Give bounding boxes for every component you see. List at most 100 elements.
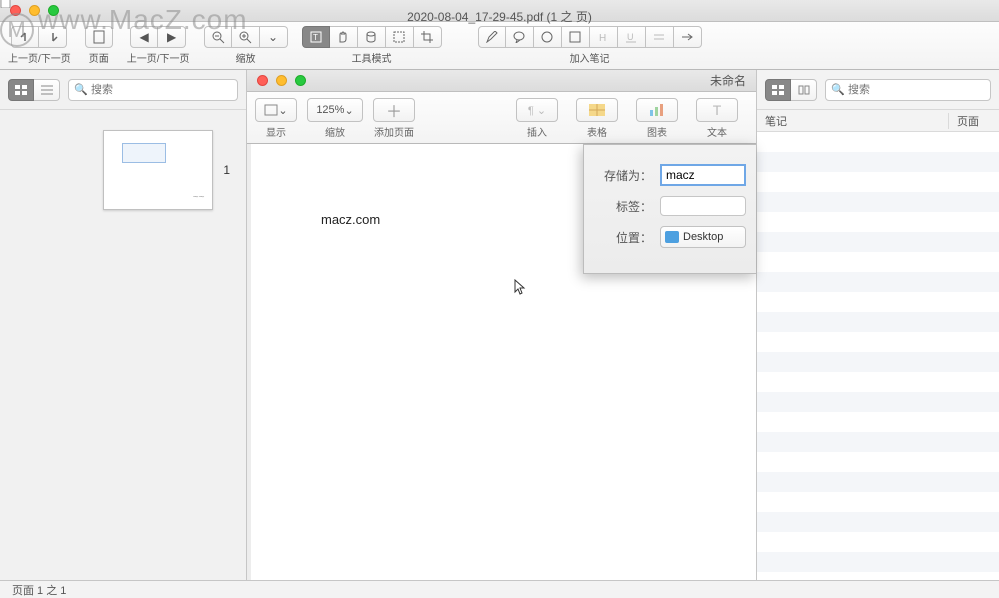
list-item xyxy=(757,292,999,312)
page-column-header[interactable]: 页面 xyxy=(949,113,999,129)
location-select[interactable]: Desktop xyxy=(660,226,746,248)
zoom-in-icon xyxy=(238,30,252,44)
toolbar-label: 缩放 xyxy=(325,124,345,139)
text-button[interactable]: T xyxy=(696,98,738,122)
window-minimize-button[interactable] xyxy=(29,5,40,16)
list-item xyxy=(757,252,999,272)
hand-tool-button[interactable] xyxy=(330,26,358,48)
chart-icon xyxy=(649,104,665,116)
next-button[interactable]: ▶ xyxy=(158,26,186,48)
notes-grid-view-button[interactable] xyxy=(765,79,791,101)
zoom-menu-button[interactable]: ⌄ xyxy=(260,26,288,48)
location-label: 位置： xyxy=(604,229,652,246)
tag-input[interactable] xyxy=(660,196,746,216)
list-item xyxy=(757,432,999,452)
svg-text:H: H xyxy=(599,33,606,43)
list-item xyxy=(757,172,999,192)
comment-note-button[interactable] xyxy=(506,26,534,48)
svg-text:T: T xyxy=(313,33,318,42)
center-area: 未命名 ⌄ 显示 125% ⌄ 缩放 ＋ 添加页面 ¶ ⌄ 插入 xyxy=(247,70,756,580)
list-item xyxy=(757,272,999,292)
add-page-button[interactable]: ＋ xyxy=(373,98,415,122)
zoom-out-button[interactable] xyxy=(204,26,232,48)
search-icon: 🔍 xyxy=(74,83,88,96)
select-tool-button[interactable] xyxy=(358,26,386,48)
list-item xyxy=(757,492,999,512)
notes-column-header[interactable]: 笔记 xyxy=(757,113,949,129)
zoom-in-button[interactable] xyxy=(232,26,260,48)
prev-page-button[interactable] xyxy=(11,26,39,48)
save-dialog: 存储为： 标签： 位置： Desktop xyxy=(583,144,756,274)
toolbar-label: 插入 xyxy=(527,124,547,139)
toolbar-label: 显示 xyxy=(266,124,286,139)
list-item xyxy=(757,212,999,232)
sub-toolbar: ⌄ 显示 125% ⌄ 缩放 ＋ 添加页面 ¶ ⌄ 插入 表格 xyxy=(247,92,756,144)
next-page-button[interactable] xyxy=(39,26,67,48)
nav-prevnext-group: 上一页/下一页 xyxy=(8,26,71,65)
page-group: 页面 xyxy=(85,26,113,65)
highlight-button[interactable]: H xyxy=(590,26,618,48)
circle-note-button[interactable] xyxy=(534,26,562,48)
cursor-pointer-icon xyxy=(509,279,527,299)
grid-icon xyxy=(15,85,27,95)
right-panel: 🔍 笔记 页面 xyxy=(756,70,999,580)
crop-tool-button[interactable] xyxy=(414,26,442,48)
page-button[interactable] xyxy=(85,26,113,48)
svg-text:U: U xyxy=(627,32,634,42)
rect-note-button[interactable] xyxy=(562,26,590,48)
underline-button[interactable]: U xyxy=(618,26,646,48)
search-icon: 🔍 xyxy=(831,83,845,96)
circle-icon xyxy=(541,31,553,43)
notes-list-view-button[interactable] xyxy=(791,79,817,101)
list-icon xyxy=(798,85,810,95)
sub-minimize-button[interactable] xyxy=(276,75,287,86)
left-search-input[interactable] xyxy=(68,79,238,101)
window-close-button[interactable] xyxy=(10,5,21,16)
highlight-icon: H xyxy=(597,31,609,43)
arrow-icon xyxy=(681,31,693,43)
chart-button[interactable] xyxy=(636,98,678,122)
list-item xyxy=(757,152,999,172)
list-item xyxy=(757,332,999,352)
list-view-button[interactable] xyxy=(34,79,60,101)
list-item xyxy=(757,352,999,372)
hand-icon xyxy=(336,30,350,44)
left-sidebar: 🔍 ~~ 1 xyxy=(0,70,247,580)
save-as-label: 存储为： xyxy=(604,167,652,184)
marquee-icon xyxy=(393,31,405,43)
thumbnail-view-button[interactable] xyxy=(8,79,34,101)
arrow-note-button[interactable] xyxy=(674,26,702,48)
status-text: 页面 1 之 1 xyxy=(12,582,66,598)
cylinder-icon xyxy=(365,31,377,43)
zoom-select[interactable]: 125% ⌄ xyxy=(307,98,363,122)
text-tool-button[interactable]: T xyxy=(302,26,330,48)
list-item xyxy=(757,532,999,552)
window-titlebar: 2020-08-04_17-29-45.pdf (1 之 页) xyxy=(0,0,999,22)
prev-button[interactable]: ◀ xyxy=(130,26,158,48)
list-item xyxy=(757,232,999,252)
save-as-input[interactable] xyxy=(660,164,746,186)
sub-close-button[interactable] xyxy=(257,75,268,86)
toolbar-label: 页面 xyxy=(89,50,109,65)
toolbar-label: 加入笔记 xyxy=(570,50,610,65)
list-item xyxy=(757,312,999,332)
view-button[interactable]: ⌄ xyxy=(255,98,297,122)
text-icon: T xyxy=(310,31,322,43)
list-item xyxy=(757,512,999,532)
sub-maximize-button[interactable] xyxy=(295,75,306,86)
pen-note-button[interactable] xyxy=(478,26,506,48)
table-button[interactable] xyxy=(576,98,618,122)
toolmode-group: T 工具模式 xyxy=(302,26,442,65)
window-maximize-button[interactable] xyxy=(48,5,59,16)
marquee-tool-button[interactable] xyxy=(386,26,414,48)
toolbar-label: 表格 xyxy=(587,124,607,139)
main-toolbar: 上一页/下一页 页面 ◀ ▶ 上一页/下一页 ⌄ 缩放 T 工具模式 xyxy=(0,22,999,70)
status-bar: 页面 1 之 1 xyxy=(0,580,999,598)
notes-table-header: 笔记 页面 xyxy=(757,110,999,132)
page-thumbnail[interactable]: ~~ xyxy=(103,130,213,210)
right-search-input[interactable] xyxy=(825,79,991,101)
strike-button[interactable] xyxy=(646,26,674,48)
list-item xyxy=(757,452,999,472)
insert-button[interactable]: ¶ ⌄ xyxy=(516,98,558,122)
notes-list xyxy=(757,132,999,580)
